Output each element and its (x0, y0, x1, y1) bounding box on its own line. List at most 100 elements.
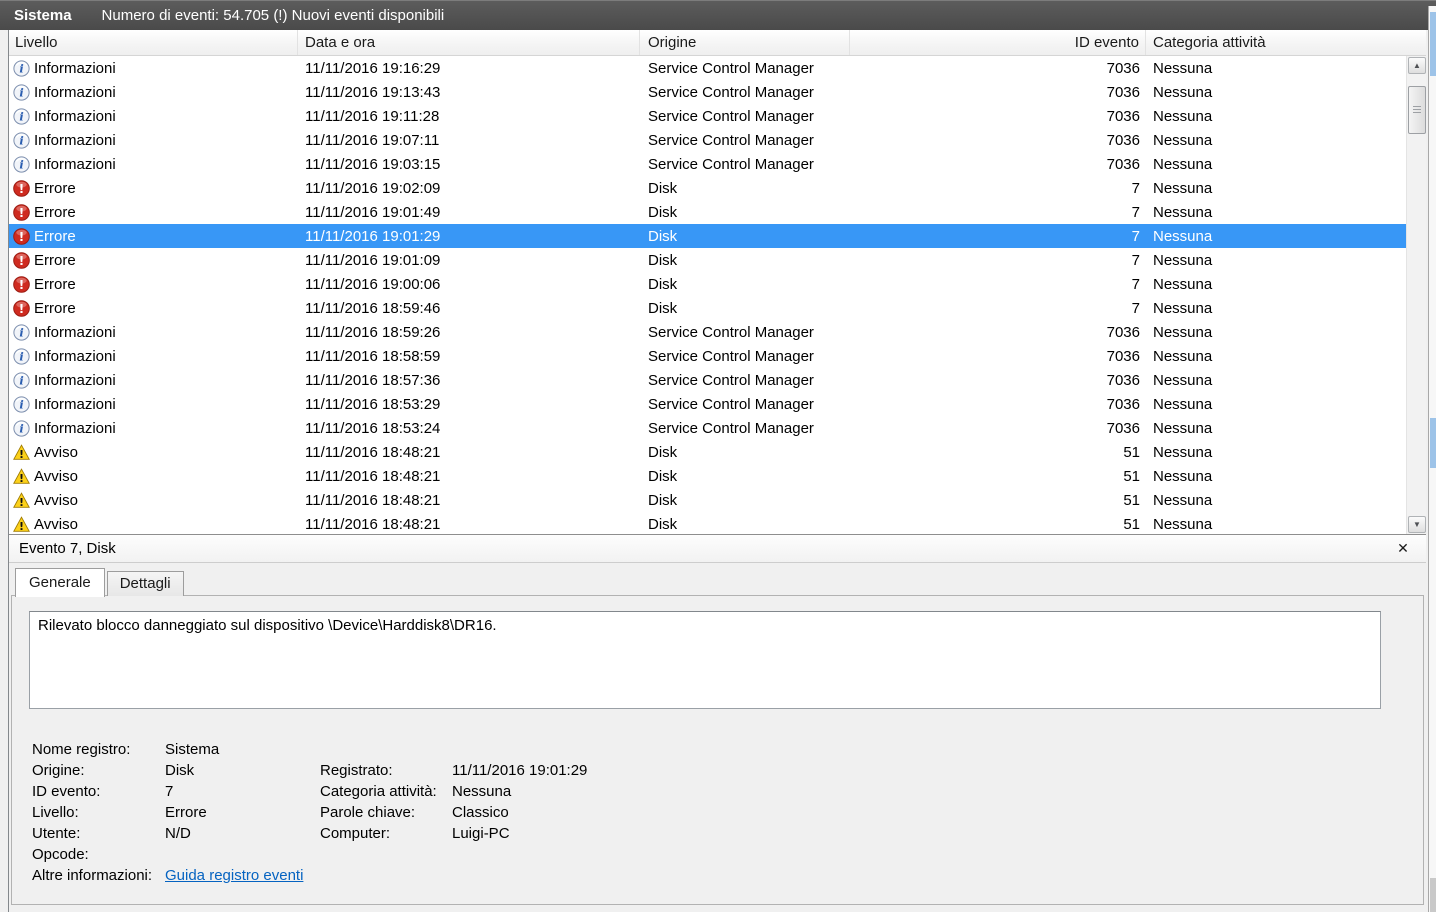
level-cell: iInformazioni (9, 372, 298, 389)
error-icon: ! (13, 300, 30, 317)
level-cell: iInformazioni (9, 420, 298, 437)
source-cell: Disk (640, 300, 850, 317)
outer-scrollbar-strip[interactable] (1428, 6, 1436, 912)
field-label (320, 739, 452, 760)
level-label: Avviso (34, 516, 78, 533)
event-row[interactable]: !Errore 11/11/2016 19:01:09 Disk 7 Nessu… (9, 248, 1406, 272)
event-row[interactable]: !Errore 11/11/2016 19:02:09 Disk 7 Nessu… (9, 176, 1406, 200)
date-cell: 11/11/2016 18:48:21 (298, 516, 640, 533)
event-preview-panel: Evento 7, Disk ✕ Generale Dettagli Rilev… (9, 534, 1426, 912)
svg-text:!: ! (19, 447, 24, 460)
svg-text:i: i (19, 61, 23, 75)
tab-dettagli[interactable]: Dettagli (107, 571, 184, 596)
svg-text:i: i (19, 157, 23, 171)
outer-scroll-thumb-mid[interactable] (1430, 418, 1436, 468)
event-row[interactable]: !Errore 11/11/2016 19:01:29 Disk 7 Nessu… (9, 224, 1406, 248)
event-log-help-link[interactable]: Guida registro eventi (165, 867, 303, 884)
column-header-categoria[interactable]: Categoria attività (1146, 30, 1426, 55)
source-cell: Service Control Manager (640, 348, 850, 365)
category-cell: Nessuna (1146, 348, 1406, 365)
event-row[interactable]: !Errore 11/11/2016 19:00:06 Disk 7 Nessu… (9, 272, 1406, 296)
event-row[interactable]: iInformazioni 11/11/2016 19:13:43 Servic… (9, 80, 1406, 104)
field-label: Altre informazioni: (32, 865, 165, 886)
field-label: Utente: (32, 823, 165, 844)
field-label: Nome registro: (32, 739, 165, 760)
event-id-cell: 7036 (850, 60, 1146, 77)
level-cell: i Informazioni (9, 84, 298, 101)
level-cell: !Avviso (9, 468, 298, 485)
event-row[interactable]: !Errore 11/11/2016 18:59:46 Disk 7 Nessu… (9, 296, 1406, 320)
event-row[interactable]: iInformazioni 11/11/2016 19:07:11 Servic… (9, 128, 1406, 152)
column-header-origine[interactable]: Origine (640, 30, 850, 55)
category-cell: Nessuna (1146, 60, 1406, 77)
log-tab-sistema[interactable]: Sistema (14, 7, 72, 24)
svg-text:i: i (19, 85, 23, 99)
event-row[interactable]: iInformazioni 11/11/2016 19:16:29 Servic… (9, 56, 1406, 80)
event-row[interactable]: !Errore 11/11/2016 19:01:49 Disk 7 Nessu… (9, 200, 1406, 224)
detail-field-row: Altre informazioni: Guida registro event… (32, 865, 1403, 886)
scroll-up-icon[interactable]: ▲ (1408, 57, 1426, 74)
level-cell: ! Errore (9, 204, 298, 221)
event-description-box[interactable]: Rilevato blocco danneggiato sul disposit… (29, 611, 1381, 709)
event-id-cell: 7 (850, 204, 1146, 221)
event-row[interactable]: !Avviso 11/11/2016 18:48:21 Disk 51 Ness… (9, 440, 1406, 464)
event-row[interactable]: !Avviso 11/11/2016 18:48:21 Disk 51 Ness… (9, 464, 1406, 488)
column-header-livello[interactable]: Livello (9, 30, 298, 55)
event-id-cell: 7 (850, 300, 1146, 317)
event-row[interactable]: iInformazioni 11/11/2016 18:57:36 Servic… (9, 368, 1406, 392)
category-cell: Nessuna (1146, 276, 1406, 293)
category-cell: Nessuna (1146, 252, 1406, 269)
outer-scroll-thumb-top[interactable] (1430, 12, 1436, 76)
svg-text:!: ! (19, 302, 24, 316)
level-cell: !Avviso (9, 492, 298, 509)
event-row[interactable]: iInformazioni 11/11/2016 18:58:59 Servic… (9, 344, 1406, 368)
field-value (165, 844, 320, 865)
event-id-cell: 7 (850, 228, 1146, 245)
date-cell: 11/11/2016 18:48:21 (298, 468, 640, 485)
category-cell: Nessuna (1146, 228, 1406, 245)
list-scrollbar[interactable]: ▲ ▼ (1406, 56, 1426, 534)
date-cell: 11/11/2016 19:07:11 (298, 132, 640, 149)
event-row[interactable]: iInformazioni 11/11/2016 19:03:15 Servic… (9, 152, 1406, 176)
detail-field-row: Origine: Disk Registrato: 11/11/2016 19:… (32, 760, 1403, 781)
date-cell: 11/11/2016 18:53:24 (298, 420, 640, 437)
category-cell: Nessuna (1146, 372, 1406, 389)
field-label: ID evento: (32, 781, 165, 802)
source-cell: Disk (640, 228, 850, 245)
field-value: 7 (165, 781, 320, 802)
category-cell: Nessuna (1146, 108, 1406, 125)
info-icon: i (13, 348, 30, 365)
event-row[interactable]: iInformazioni 11/11/2016 18:59:26 Servic… (9, 320, 1406, 344)
source-cell: Service Control Manager (640, 132, 850, 149)
event-id-cell: 7036 (850, 372, 1146, 389)
column-header-data-e-ora[interactable]: Data e ora (298, 30, 640, 55)
date-cell: 11/11/2016 19:01:49 (298, 204, 640, 221)
close-icon[interactable]: ✕ (1394, 540, 1412, 557)
event-row[interactable]: iInformazioni 11/11/2016 19:11:28 Servic… (9, 104, 1406, 128)
event-id-cell: 7036 (850, 348, 1146, 365)
event-id-cell: 51 (850, 468, 1146, 485)
scrollbar-thumb[interactable] (1408, 86, 1426, 134)
svg-text:!: ! (19, 206, 24, 220)
tab-generale[interactable]: Generale (15, 568, 105, 597)
event-row[interactable]: !Avviso 11/11/2016 18:48:21 Disk 51 Ness… (9, 512, 1406, 534)
scroll-down-icon[interactable]: ▼ (1408, 516, 1426, 533)
event-row[interactable]: iInformazioni 11/11/2016 18:53:24 Servic… (9, 416, 1406, 440)
svg-text:!: ! (19, 519, 24, 532)
event-row[interactable]: !Avviso 11/11/2016 18:48:21 Disk 51 Ness… (9, 488, 1406, 512)
level-label: Informazioni (34, 84, 116, 101)
field-label: Opcode: (32, 844, 165, 865)
level-cell: !Errore (9, 228, 298, 245)
field-value (452, 844, 1403, 865)
source-cell: Disk (640, 492, 850, 509)
level-cell: iInformazioni (9, 396, 298, 413)
tab-page-generale: Rilevato blocco danneggiato sul disposit… (11, 595, 1424, 905)
event-row[interactable]: iInformazioni 11/11/2016 18:53:29 Servic… (9, 392, 1406, 416)
detail-field-row: Utente: N/D Computer: Luigi-PC (32, 823, 1403, 844)
event-id-cell: 51 (850, 444, 1146, 461)
date-cell: 11/11/2016 18:48:21 (298, 444, 640, 461)
column-header-id-evento[interactable]: ID evento (850, 30, 1146, 55)
level-label: Errore (34, 204, 76, 221)
category-cell: Nessuna (1146, 156, 1406, 173)
category-cell: Nessuna (1146, 468, 1406, 485)
